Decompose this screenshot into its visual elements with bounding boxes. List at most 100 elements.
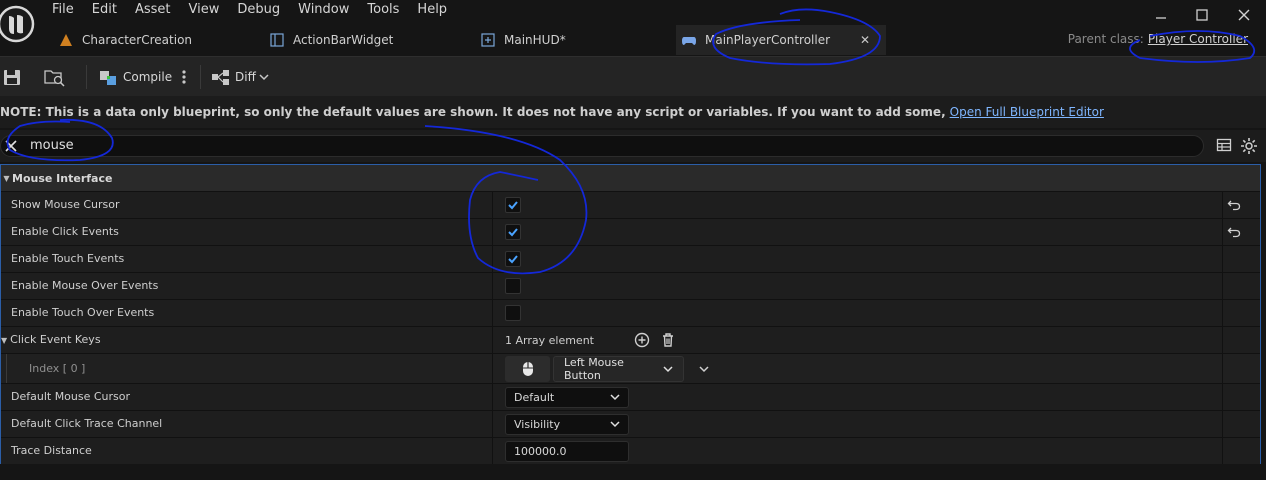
column-divider[interactable] xyxy=(492,219,493,245)
trace-distance-input[interactable]: 100000.0 xyxy=(505,440,629,462)
reset-to-default-icon[interactable] xyxy=(1227,225,1241,239)
checkmark-icon xyxy=(508,228,518,237)
save-button[interactable] xyxy=(2,63,22,91)
column-divider[interactable] xyxy=(492,327,493,353)
trash-icon[interactable] xyxy=(660,332,676,348)
show-mouse-cursor-checkbox[interactable] xyxy=(505,197,521,213)
mouse-icon xyxy=(522,361,533,376)
dropdown-value: Visibility xyxy=(514,417,561,431)
chevron-down-icon xyxy=(610,421,620,428)
property-row: Enable Touch Events xyxy=(1,245,1260,272)
default-mouse-cursor-dropdown[interactable]: Default xyxy=(505,386,629,408)
menu-asset[interactable]: Asset xyxy=(126,0,180,20)
enable-mouse-over-events-checkbox[interactable] xyxy=(505,278,521,294)
checkmark-icon xyxy=(508,201,518,210)
toolbar: Compile Diff xyxy=(0,56,1266,96)
menu-tools[interactable]: Tools xyxy=(358,0,408,20)
column-divider[interactable] xyxy=(492,192,493,218)
tab-character-creation[interactable]: CharacterCreation xyxy=(45,25,255,55)
enable-touch-events-checkbox[interactable] xyxy=(505,251,521,267)
toolbar-separator xyxy=(200,65,201,89)
menu-bar: File Edit Asset View Debug Window Tools … xyxy=(43,0,456,20)
gear-icon[interactable] xyxy=(1240,137,1258,155)
column-divider[interactable] xyxy=(492,384,493,410)
key-value: Left Mouse Button xyxy=(564,355,624,382)
menu-help[interactable]: Help xyxy=(408,0,456,20)
key-dropdown[interactable]: Left Mouse Button xyxy=(553,355,684,382)
tab-label: MainHUD* xyxy=(504,33,566,47)
tab-action-bar-widget[interactable]: ActionBarWidget xyxy=(255,25,466,55)
column-divider xyxy=(1222,219,1223,245)
reset-to-default-icon[interactable] xyxy=(1227,198,1241,212)
collapse-arrow-icon: ▼ xyxy=(1,336,8,345)
diff-label: Diff xyxy=(235,70,256,84)
clear-search-icon[interactable] xyxy=(3,138,19,154)
details-panel: ▼ Mouse Interface Show Mouse Cursor Enab… xyxy=(0,164,1261,464)
property-label: Enable Touch Over Events xyxy=(11,306,155,319)
column-divider xyxy=(1222,438,1223,464)
add-element-icon[interactable] xyxy=(634,332,650,348)
default-click-trace-channel-dropdown[interactable]: Visibility xyxy=(505,413,629,435)
unreal-logo-icon[interactable] xyxy=(0,4,36,44)
property-label: Show Mouse Cursor xyxy=(11,198,120,211)
dropdown-value: Default xyxy=(514,390,555,404)
menu-view[interactable]: View xyxy=(180,0,229,20)
open-full-blueprint-editor-link[interactable]: Open Full Blueprint Editor xyxy=(950,105,1104,119)
close-icon xyxy=(1238,9,1250,21)
enable-touch-over-events-checkbox[interactable] xyxy=(505,305,521,321)
column-divider[interactable] xyxy=(492,354,493,383)
menu-edit[interactable]: Edit xyxy=(83,0,126,20)
category-label: Mouse Interface xyxy=(12,171,113,185)
property-row: Enable Touch Over Events xyxy=(1,299,1260,326)
parent-class-link[interactable]: Player Controller xyxy=(1148,32,1248,46)
compile-button[interactable]: Compile xyxy=(98,63,172,91)
chevron-down-icon xyxy=(259,74,269,81)
toolbar-separator xyxy=(86,65,87,89)
click-event-keys-label[interactable]: ▼ Click Event Keys xyxy=(1,327,101,354)
tab-label: CharacterCreation xyxy=(82,33,193,47)
property-row: Enable Mouse Over Events xyxy=(1,272,1260,299)
column-divider[interactable] xyxy=(492,273,493,299)
character-icon xyxy=(58,32,74,48)
minimize-icon xyxy=(1156,17,1166,19)
chevron-down-icon[interactable] xyxy=(698,363,710,375)
menu-window[interactable]: Window xyxy=(289,0,358,20)
menu-file[interactable]: File xyxy=(43,0,83,20)
compile-icon xyxy=(100,71,116,85)
diff-button[interactable]: Diff xyxy=(211,63,270,91)
table-view-icon[interactable] xyxy=(1216,137,1232,153)
tab-main-player-controller[interactable]: MainPlayerController ✕ xyxy=(676,25,886,55)
hud-icon xyxy=(480,32,496,48)
maximize-button[interactable] xyxy=(1192,6,1212,24)
tab-label: ActionBarWidget xyxy=(293,33,394,47)
search-text: mouse xyxy=(30,138,74,153)
column-divider[interactable] xyxy=(492,300,493,326)
tab-close-icon[interactable]: ✕ xyxy=(860,33,870,47)
enable-click-events-checkbox[interactable] xyxy=(505,224,521,240)
property-label: Default Click Trace Channel xyxy=(11,417,163,430)
indent-guide xyxy=(6,354,7,383)
property-label: Enable Touch Events xyxy=(11,252,125,265)
search-input[interactable]: mouse xyxy=(0,135,1204,157)
property-label: Trace Distance xyxy=(11,444,92,457)
property-row: Show Mouse Cursor xyxy=(1,191,1260,218)
browse-button[interactable] xyxy=(44,63,66,91)
property-row: Default Mouse Cursor Default xyxy=(1,383,1260,410)
category-mouse-interface[interactable]: ▼ Mouse Interface xyxy=(1,165,1260,191)
key-selector-button[interactable] xyxy=(505,355,550,382)
input-value: 100000.0 xyxy=(514,444,567,458)
column-divider xyxy=(1222,300,1223,326)
chevron-down-icon xyxy=(610,394,620,401)
column-divider[interactable] xyxy=(492,411,493,437)
close-window-button[interactable] xyxy=(1234,6,1254,24)
property-row: Default Click Trace Channel Visibility xyxy=(1,410,1260,437)
minimize-button[interactable] xyxy=(1151,6,1171,24)
maximize-icon xyxy=(1196,9,1208,21)
menu-debug[interactable]: Debug xyxy=(228,0,289,20)
title-bar: File Edit Asset View Debug Window Tools … xyxy=(0,0,1266,56)
column-divider[interactable] xyxy=(492,438,493,464)
column-divider xyxy=(1222,411,1223,437)
tab-main-hud[interactable]: MainHUD* xyxy=(466,25,676,55)
compile-options-button[interactable] xyxy=(178,63,190,91)
column-divider[interactable] xyxy=(492,246,493,272)
